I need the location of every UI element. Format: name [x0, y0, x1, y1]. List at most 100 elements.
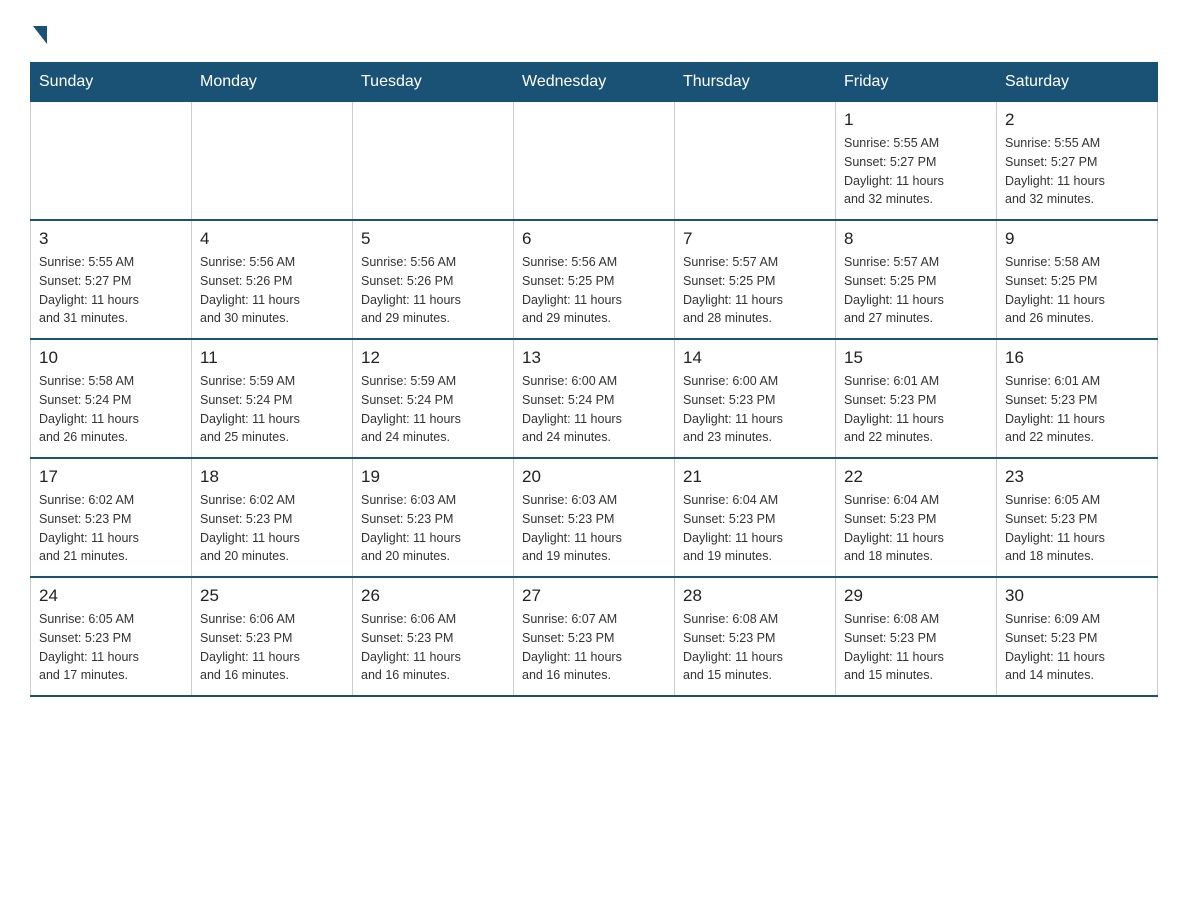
day-info: Sunrise: 6:05 AMSunset: 5:23 PMDaylight:…	[1005, 491, 1149, 566]
weekday-header-thursday: Thursday	[675, 63, 836, 102]
calendar-cell: 12 Sunrise: 5:59 AMSunset: 5:24 PMDayligh…	[353, 339, 514, 458]
calendar-cell	[675, 102, 836, 221]
calendar-cell: 8 Sunrise: 5:57 AMSunset: 5:25 PMDaylight…	[836, 220, 997, 339]
calendar-cell	[31, 102, 192, 221]
day-number: 24	[39, 586, 183, 606]
calendar-week-row: 17 Sunrise: 6:02 AMSunset: 5:23 PMDayligh…	[31, 458, 1158, 577]
day-number: 29	[844, 586, 988, 606]
calendar-week-row: 10 Sunrise: 5:58 AMSunset: 5:24 PMDayligh…	[31, 339, 1158, 458]
calendar-cell: 20 Sunrise: 6:03 AMSunset: 5:23 PMDayligh…	[514, 458, 675, 577]
calendar-cell: 16 Sunrise: 6:01 AMSunset: 5:23 PMDayligh…	[997, 339, 1158, 458]
day-info: Sunrise: 6:03 AMSunset: 5:23 PMDaylight:…	[361, 491, 505, 566]
day-info: Sunrise: 5:58 AMSunset: 5:25 PMDaylight:…	[1005, 253, 1149, 328]
day-number: 15	[844, 348, 988, 368]
day-info: Sunrise: 5:58 AMSunset: 5:24 PMDaylight:…	[39, 372, 183, 447]
calendar-cell: 10 Sunrise: 5:58 AMSunset: 5:24 PMDayligh…	[31, 339, 192, 458]
calendar-cell: 15 Sunrise: 6:01 AMSunset: 5:23 PMDayligh…	[836, 339, 997, 458]
day-info: Sunrise: 5:59 AMSunset: 5:24 PMDaylight:…	[361, 372, 505, 447]
calendar-week-row: 3Sunrise: 5:55 AMSunset: 5:27 PMDaylight…	[31, 220, 1158, 339]
weekday-header-monday: Monday	[192, 63, 353, 102]
day-info: Sunrise: 6:00 AMSunset: 5:23 PMDaylight:…	[683, 372, 827, 447]
calendar-header: SundayMondayTuesdayWednesdayThursdayFrid…	[31, 63, 1158, 102]
page-header	[30, 20, 1158, 44]
day-number: 9	[1005, 229, 1149, 249]
day-number: 20	[522, 467, 666, 487]
day-number: 12	[361, 348, 505, 368]
day-info: Sunrise: 5:56 AMSunset: 5:25 PMDaylight:…	[522, 253, 666, 328]
calendar-cell: 5Sunrise: 5:56 AMSunset: 5:26 PMDaylight…	[353, 220, 514, 339]
calendar-cell: 19 Sunrise: 6:03 AMSunset: 5:23 PMDayligh…	[353, 458, 514, 577]
calendar-cell: 25 Sunrise: 6:06 AMSunset: 5:23 PMDayligh…	[192, 577, 353, 696]
day-info: Sunrise: 6:04 AMSunset: 5:23 PMDaylight:…	[844, 491, 988, 566]
day-number: 22	[844, 467, 988, 487]
calendar-cell	[192, 102, 353, 221]
day-number: 17	[39, 467, 183, 487]
day-number: 18	[200, 467, 344, 487]
day-info: Sunrise: 6:06 AMSunset: 5:23 PMDaylight:…	[200, 610, 344, 685]
calendar-cell: 26 Sunrise: 6:06 AMSunset: 5:23 PMDayligh…	[353, 577, 514, 696]
day-info: Sunrise: 5:57 AMSunset: 5:25 PMDaylight:…	[844, 253, 988, 328]
day-info: Sunrise: 5:57 AMSunset: 5:25 PMDaylight:…	[683, 253, 827, 328]
day-number: 26	[361, 586, 505, 606]
day-number: 28	[683, 586, 827, 606]
calendar-cell: 6 Sunrise: 5:56 AMSunset: 5:25 PMDaylight…	[514, 220, 675, 339]
day-info: Sunrise: 6:02 AMSunset: 5:23 PMDaylight:…	[200, 491, 344, 566]
day-info: Sunrise: 6:02 AMSunset: 5:23 PMDaylight:…	[39, 491, 183, 566]
day-number: 10	[39, 348, 183, 368]
day-number: 2	[1005, 110, 1149, 130]
day-number: 27	[522, 586, 666, 606]
calendar-cell: 11 Sunrise: 5:59 AMSunset: 5:24 PMDayligh…	[192, 339, 353, 458]
weekday-header-friday: Friday	[836, 63, 997, 102]
day-number: 7	[683, 229, 827, 249]
day-info: Sunrise: 6:05 AMSunset: 5:23 PMDaylight:…	[39, 610, 183, 685]
day-number: 30	[1005, 586, 1149, 606]
day-number: 23	[1005, 467, 1149, 487]
day-info: Sunrise: 6:03 AMSunset: 5:23 PMDaylight:…	[522, 491, 666, 566]
day-info: Sunrise: 5:55 AMSunset: 5:27 PMDaylight:…	[844, 134, 988, 209]
logo	[30, 20, 47, 44]
day-info: Sunrise: 6:04 AMSunset: 5:23 PMDaylight:…	[683, 491, 827, 566]
calendar-cell: 17 Sunrise: 6:02 AMSunset: 5:23 PMDayligh…	[31, 458, 192, 577]
calendar-cell: 30Sunrise: 6:09 AMSunset: 5:23 PMDayligh…	[997, 577, 1158, 696]
calendar-cell: 13Sunrise: 6:00 AMSunset: 5:24 PMDayligh…	[514, 339, 675, 458]
day-info: Sunrise: 5:59 AMSunset: 5:24 PMDaylight:…	[200, 372, 344, 447]
day-info: Sunrise: 5:55 AMSunset: 5:27 PMDaylight:…	[1005, 134, 1149, 209]
logo-top	[30, 20, 47, 44]
calendar-cell: 29 Sunrise: 6:08 AMSunset: 5:23 PMDayligh…	[836, 577, 997, 696]
calendar-week-row: 24 Sunrise: 6:05 AMSunset: 5:23 PMDayligh…	[31, 577, 1158, 696]
weekday-header-sunday: Sunday	[31, 63, 192, 102]
day-number: 3	[39, 229, 183, 249]
day-info: Sunrise: 6:07 AMSunset: 5:23 PMDaylight:…	[522, 610, 666, 685]
day-number: 19	[361, 467, 505, 487]
calendar-cell: 4Sunrise: 5:56 AMSunset: 5:26 PMDaylight…	[192, 220, 353, 339]
weekday-header-saturday: Saturday	[997, 63, 1158, 102]
day-info: Sunrise: 6:08 AMSunset: 5:23 PMDaylight:…	[844, 610, 988, 685]
calendar-cell: 24 Sunrise: 6:05 AMSunset: 5:23 PMDayligh…	[31, 577, 192, 696]
calendar-cell: 3Sunrise: 5:55 AMSunset: 5:27 PMDaylight…	[31, 220, 192, 339]
day-info: Sunrise: 5:56 AMSunset: 5:26 PMDaylight:…	[200, 253, 344, 328]
calendar-cell: 18 Sunrise: 6:02 AMSunset: 5:23 PMDayligh…	[192, 458, 353, 577]
day-number: 14	[683, 348, 827, 368]
day-info: Sunrise: 6:01 AMSunset: 5:23 PMDaylight:…	[844, 372, 988, 447]
calendar-cell: 1Sunrise: 5:55 AMSunset: 5:27 PMDaylight…	[836, 102, 997, 221]
day-number: 11	[200, 348, 344, 368]
weekday-header-row: SundayMondayTuesdayWednesdayThursdayFrid…	[31, 63, 1158, 102]
day-info: Sunrise: 6:08 AMSunset: 5:23 PMDaylight:…	[683, 610, 827, 685]
day-number: 5	[361, 229, 505, 249]
calendar-cell: 21Sunrise: 6:04 AMSunset: 5:23 PMDayligh…	[675, 458, 836, 577]
calendar-cell: 14 Sunrise: 6:00 AMSunset: 5:23 PMDayligh…	[675, 339, 836, 458]
calendar-cell: 7 Sunrise: 5:57 AMSunset: 5:25 PMDaylight…	[675, 220, 836, 339]
day-number: 16	[1005, 348, 1149, 368]
calendar-cell	[353, 102, 514, 221]
day-number: 8	[844, 229, 988, 249]
logo-arrow-icon	[33, 26, 47, 44]
calendar-cell: 23 Sunrise: 6:05 AMSunset: 5:23 PMDayligh…	[997, 458, 1158, 577]
day-number: 6	[522, 229, 666, 249]
weekday-header-wednesday: Wednesday	[514, 63, 675, 102]
calendar-cell: 28 Sunrise: 6:08 AMSunset: 5:23 PMDayligh…	[675, 577, 836, 696]
calendar-cell: 27 Sunrise: 6:07 AMSunset: 5:23 PMDayligh…	[514, 577, 675, 696]
day-info: Sunrise: 6:01 AMSunset: 5:23 PMDaylight:…	[1005, 372, 1149, 447]
day-number: 25	[200, 586, 344, 606]
day-info: Sunrise: 6:06 AMSunset: 5:23 PMDaylight:…	[361, 610, 505, 685]
calendar-cell: 9 Sunrise: 5:58 AMSunset: 5:25 PMDaylight…	[997, 220, 1158, 339]
